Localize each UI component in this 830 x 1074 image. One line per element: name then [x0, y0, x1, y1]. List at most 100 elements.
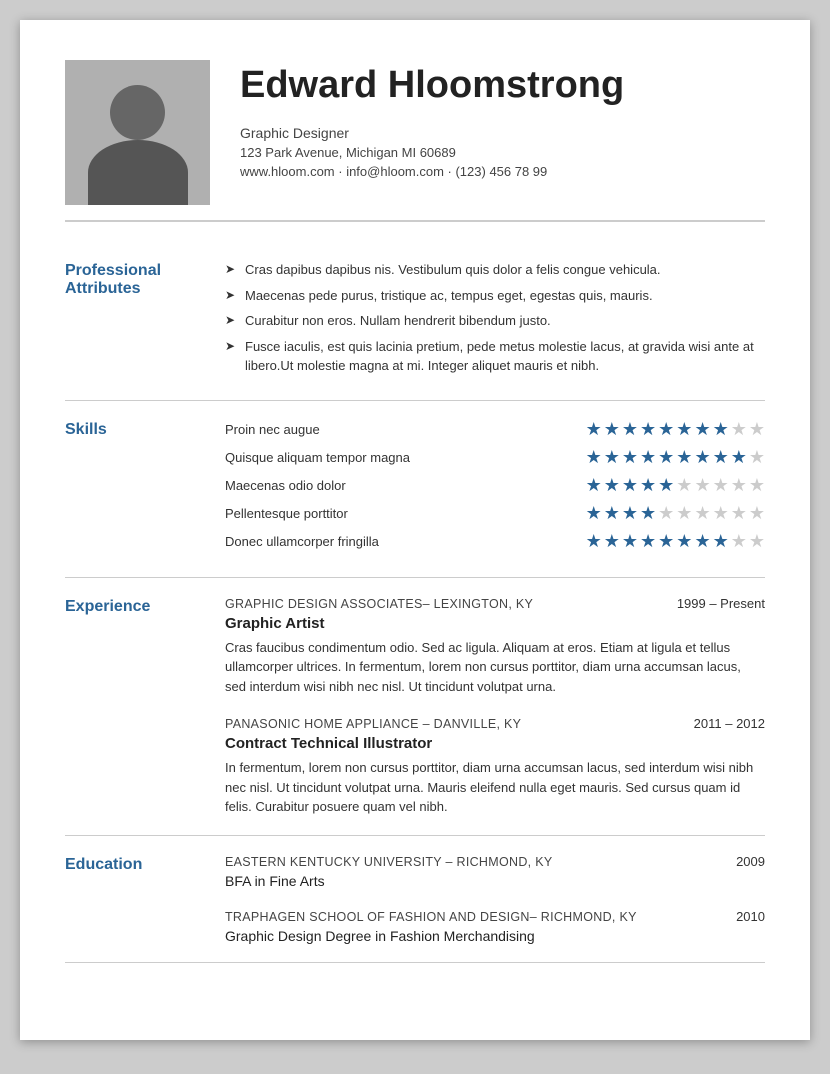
education-section: Education Eastern Kentucky University – … [65, 836, 765, 963]
star-filled: ★ [713, 531, 729, 552]
exp-header: Graphic Design Associates– Lexington, KY… [225, 596, 765, 611]
star-empty: ★ [731, 531, 747, 552]
star-empty: ★ [713, 475, 729, 496]
exp-title: Contract Technical Illustrator [225, 735, 765, 752]
professional-section: Professional Attributes Cras dapibus dap… [65, 242, 765, 401]
attribute-item: Fusce iaculis, est quis lacinia pretium,… [225, 337, 765, 376]
star-filled: ★ [658, 447, 674, 468]
star-filled: ★ [640, 419, 656, 440]
star-filled: ★ [604, 447, 620, 468]
exp-dates: 1999 – Present [677, 596, 765, 611]
star-filled: ★ [731, 447, 747, 468]
skill-name: Maecenas odio dolor [225, 478, 586, 493]
edu-school: Eastern Kentucky University – Richmond, … [225, 855, 552, 869]
star-empty: ★ [749, 531, 765, 552]
star-filled: ★ [640, 531, 656, 552]
avatar [65, 60, 210, 205]
exp-dates: 2011 – 2012 [694, 716, 765, 731]
star-filled: ★ [640, 503, 656, 524]
skills-content: Proin nec augue★★★★★★★★★★ Quisque aliquam… [225, 419, 765, 559]
star-filled: ★ [586, 503, 602, 524]
star-filled: ★ [604, 531, 620, 552]
edu-degree: Graphic Design Degree in Fashion Merchan… [225, 928, 765, 944]
star-filled: ★ [658, 475, 674, 496]
skill-row: Donec ullamcorper fringilla★★★★★★★★★★ [225, 531, 765, 552]
avatar-body [88, 140, 188, 205]
contact-info: www.hloom.com · info@hloom.com · (123) 4… [240, 164, 765, 179]
star-rating: ★★★★★★★★★★ [586, 419, 765, 440]
skill-row: Proin nec augue★★★★★★★★★★ [225, 419, 765, 440]
education-entry: Traphagen School of Fashion and Design– … [225, 909, 765, 944]
skills-label: Skills [65, 419, 225, 559]
address: 123 Park Avenue, Michigan MI 60689 [240, 145, 765, 160]
exp-company: Graphic Design Associates– Lexington, KY [225, 597, 533, 611]
star-filled: ★ [622, 503, 638, 524]
experience-content: Graphic Design Associates– Lexington, KY… [225, 596, 765, 817]
attribute-item: Curabitur non eros. Nullam hendrerit bib… [225, 311, 765, 331]
exp-description: In fermentum, lorem non cursus porttitor… [225, 758, 765, 817]
star-empty: ★ [731, 503, 747, 524]
star-filled: ★ [604, 419, 620, 440]
education-label: Education [65, 854, 225, 944]
star-empty: ★ [658, 503, 674, 524]
star-filled: ★ [676, 419, 692, 440]
star-empty: ★ [731, 475, 747, 496]
star-filled: ★ [586, 531, 602, 552]
star-filled: ★ [658, 531, 674, 552]
exp-header: Panasonic Home Appliance – Danville, KY 2… [225, 716, 765, 731]
professional-label: Professional Attributes [65, 260, 225, 382]
star-empty: ★ [676, 503, 692, 524]
star-filled: ★ [676, 447, 692, 468]
star-filled: ★ [586, 475, 602, 496]
star-filled: ★ [713, 447, 729, 468]
star-empty: ★ [731, 419, 747, 440]
education-entry: Eastern Kentucky University – Richmond, … [225, 854, 765, 889]
star-empty: ★ [749, 475, 765, 496]
edu-header: Eastern Kentucky University – Richmond, … [225, 854, 765, 869]
attributes-list: Cras dapibus dapibus nis. Vestibulum qui… [225, 260, 765, 376]
star-filled: ★ [694, 531, 710, 552]
star-empty: ★ [713, 503, 729, 524]
exp-description: Cras faucibus condimentum odio. Sed ac l… [225, 638, 765, 697]
star-rating: ★★★★★★★★★★ [586, 503, 765, 524]
star-filled: ★ [640, 475, 656, 496]
star-filled: ★ [713, 419, 729, 440]
star-filled: ★ [604, 475, 620, 496]
edu-school: Traphagen School of Fashion and Design– … [225, 910, 637, 924]
attribute-item: Cras dapibus dapibus nis. Vestibulum qui… [225, 260, 765, 280]
skill-row: Quisque aliquam tempor magna★★★★★★★★★★ [225, 447, 765, 468]
edu-header: Traphagen School of Fashion and Design– … [225, 909, 765, 924]
star-filled: ★ [622, 419, 638, 440]
resume-page: Edward Hloomstrong Graphic Designer 123 … [20, 20, 810, 1040]
edu-year: 2009 [736, 854, 765, 869]
avatar-head [110, 85, 165, 140]
star-empty: ★ [694, 475, 710, 496]
full-name: Edward Hloomstrong [240, 65, 765, 107]
star-rating: ★★★★★★★★★★ [586, 531, 765, 552]
experience-section: Experience Graphic Design Associates– Le… [65, 578, 765, 836]
professional-content: Cras dapibus dapibus nis. Vestibulum qui… [225, 260, 765, 382]
star-filled: ★ [658, 419, 674, 440]
edu-year: 2010 [736, 909, 765, 924]
star-empty: ★ [749, 447, 765, 468]
experience-label: Experience [65, 596, 225, 817]
skills-section: Skills Proin nec augue★★★★★★★★★★ Quisque … [65, 401, 765, 578]
star-filled: ★ [622, 475, 638, 496]
star-empty: ★ [749, 503, 765, 524]
skill-name: Quisque aliquam tempor magna [225, 450, 586, 465]
star-filled: ★ [640, 447, 656, 468]
experience-entry: Graphic Design Associates– Lexington, KY… [225, 596, 765, 697]
exp-title: Graphic Artist [225, 615, 765, 632]
star-filled: ★ [604, 503, 620, 524]
star-rating: ★★★★★★★★★★ [586, 475, 765, 496]
skill-row: Pellentesque porttitor★★★★★★★★★★ [225, 503, 765, 524]
attribute-item: Maecenas pede purus, tristique ac, tempu… [225, 286, 765, 306]
resume-header: Edward Hloomstrong Graphic Designer 123 … [65, 60, 765, 222]
education-content: Eastern Kentucky University – Richmond, … [225, 854, 765, 944]
skill-name: Donec ullamcorper fringilla [225, 534, 586, 549]
star-empty: ★ [694, 503, 710, 524]
header-info: Edward Hloomstrong Graphic Designer 123 … [240, 60, 765, 179]
exp-company: Panasonic Home Appliance – Danville, KY [225, 717, 521, 731]
skill-name: Pellentesque porttitor [225, 506, 586, 521]
skill-row: Maecenas odio dolor★★★★★★★★★★ [225, 475, 765, 496]
